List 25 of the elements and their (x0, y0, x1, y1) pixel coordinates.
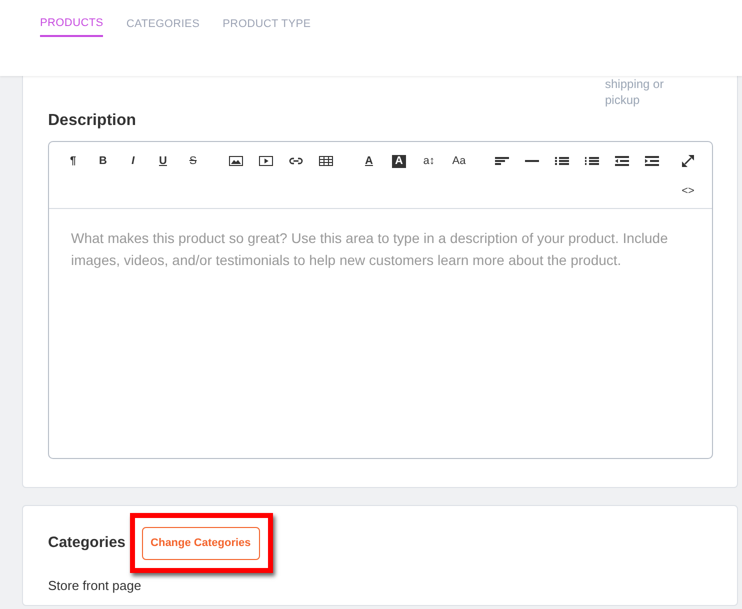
format-button[interactable]: A (354, 150, 384, 172)
format-button[interactable]: ¶ (58, 150, 88, 172)
format-button[interactable]: I (118, 150, 148, 172)
expand-icon (682, 155, 694, 167)
format-button[interactable]: B (88, 150, 118, 172)
bulleted-list-icon (555, 155, 569, 167)
code-view-button[interactable]: <> (673, 180, 703, 202)
tab[interactable]: PRODUCTS (40, 0, 104, 37)
section-title: Categories (48, 533, 126, 553)
video-icon (259, 155, 273, 167)
format-button[interactable]: Aa (444, 150, 474, 172)
format-button[interactable]: a↕ (414, 150, 444, 172)
format-button[interactable]: U (148, 150, 178, 172)
numbered-list-icon (585, 155, 599, 167)
section-title: Description (48, 111, 138, 131)
indent-icon (645, 155, 659, 167)
category-item: Store front page (48, 576, 142, 595)
link-icon (289, 155, 303, 167)
side-note: shipping or pickup (605, 76, 665, 108)
format-button[interactable]: A (384, 150, 414, 172)
align-left-icon (495, 155, 509, 167)
image-icon (229, 155, 243, 167)
table-icon (319, 155, 333, 167)
outdent-icon (615, 155, 629, 167)
format-button[interactable]: S (178, 150, 208, 172)
